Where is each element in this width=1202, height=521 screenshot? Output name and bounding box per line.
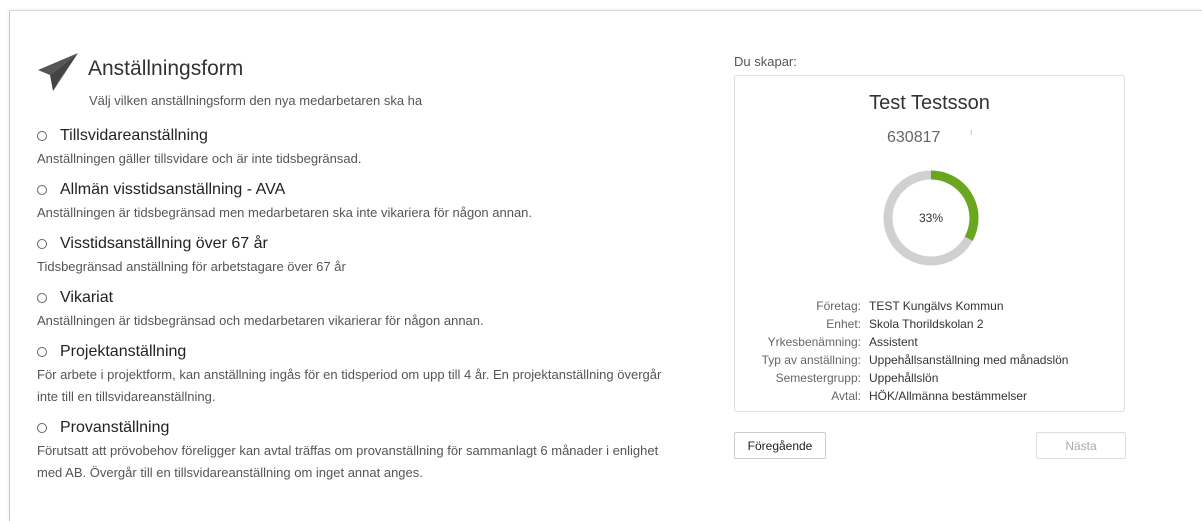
option-description: Anställningen är tidsbegränsad och medar… [37,313,484,328]
option-ava[interactable]: Allmän visstidsanställning - AVA [37,181,285,199]
radio-button[interactable] [37,239,47,249]
paper-plane-icon [38,53,78,91]
summary-card: Test Testsson 630817 ı 33% Företag: TEST… [734,75,1125,412]
option-label: Visstidsanställning över 67 år [60,235,268,252]
option-tillsvidare[interactable]: Tillsvidareanställning [37,127,208,145]
option-projekt[interactable]: Projektanställning [37,343,186,361]
next-button[interactable]: Nästa [1036,432,1126,459]
summary-details: Företag: TEST Kungälvs Kommun Enhet: Sko… [735,297,1124,405]
detail-row: Enhet: Skola Thorildskolan 2 [735,315,1124,333]
option-description: Anställningen är tidsbegränsad men medar… [37,205,533,220]
radio-button[interactable] [37,293,47,303]
progress-arc [930,170,979,241]
option-vikariat[interactable]: Vikariat [37,289,113,307]
detail-row: Semestergrupp: Uppehållslön [735,369,1124,387]
previous-button[interactable]: Föregående [734,432,826,459]
radio-button[interactable] [37,423,47,433]
detail-value: Uppehållslön [869,371,939,385]
option-label: Vikariat [60,289,114,306]
detail-key: Avtal: [831,389,861,403]
detail-row: Yrkesbenämning: Assistent [735,333,1124,351]
option-description: För arbete i projektform, kan anställnin… [37,367,662,404]
detail-row: Typ av anställning: Uppehållsanställning… [735,351,1124,369]
detail-value: Assistent [869,335,918,349]
page-subtitle: Välj vilken anställningsform den nya med… [89,93,423,108]
option-visstid-67[interactable]: Visstidsanställning över 67 år [37,235,268,253]
person-id-extra: ı [970,127,973,137]
option-description: Anställningen gäller tillsvidare och är … [37,151,362,166]
option-label: Provanställning [60,419,170,436]
progress-label: 33% [919,211,943,225]
progress-ring: 33% [883,170,979,266]
radio-button[interactable] [37,185,47,195]
detail-key: Yrkesbenämning: [767,335,861,349]
option-prov[interactable]: Provanställning [37,419,169,437]
summary-heading: Du skapar: [734,54,797,69]
detail-key: Enhet: [826,317,861,331]
detail-value: TEST Kungälvs Kommun [869,299,1004,313]
radio-button[interactable] [37,347,47,357]
detail-key: Semestergrupp: [775,371,861,385]
person-name: Test Testsson [869,92,990,114]
detail-key: Företag: [816,299,861,313]
detail-row: Avtal: HÖK/Allmänna bestämmelser [735,387,1124,405]
person-id: 630817 [887,129,941,146]
option-label: Tillsvidareanställning [60,127,208,144]
option-label: Projektanställning [60,343,187,360]
detail-value: Uppehållsanställning med månadslön [869,353,1069,367]
option-description: Tidsbegränsad anställning för arbetstaga… [37,259,346,274]
detail-key: Typ av anställning: [761,353,861,367]
option-description: Förutsatt att prövobehov föreligger kan … [37,443,659,480]
detail-value: Skola Thorildskolan 2 [869,317,984,331]
option-label: Allmän visstidsanställning - AVA [60,181,286,198]
detail-row: Företag: TEST Kungälvs Kommun [735,297,1124,315]
page-title: Anställningsform [88,57,244,80]
detail-value: HÖK/Allmänna bestämmelser [869,389,1028,403]
radio-button[interactable] [37,131,47,141]
